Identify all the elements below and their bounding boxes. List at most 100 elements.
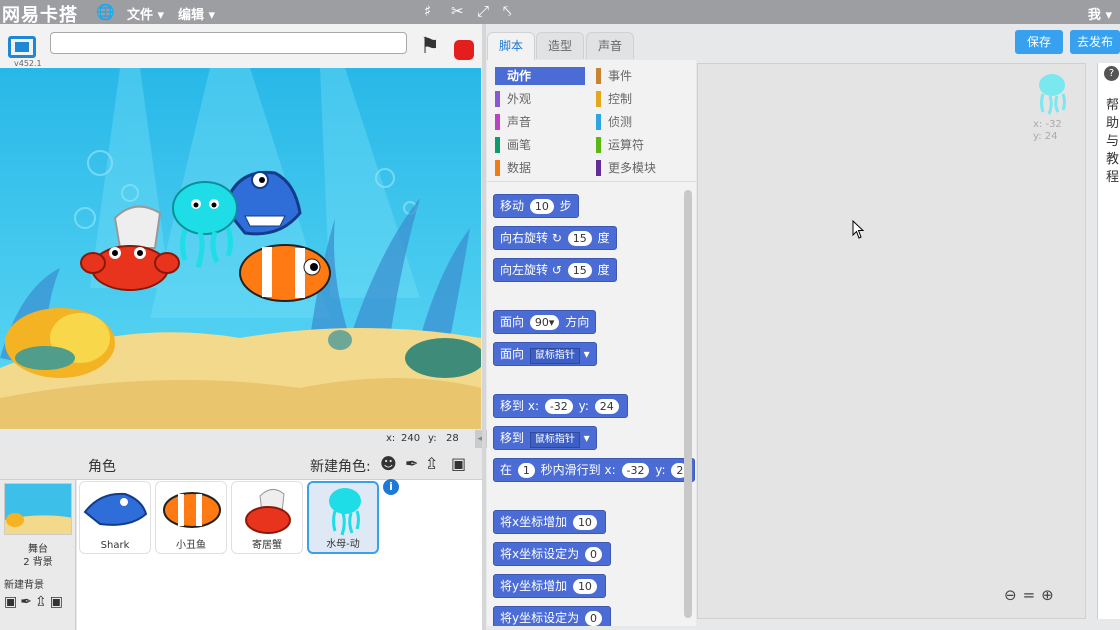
sprite-name: 水母-动: [326, 539, 360, 550]
stage-header: v452.1 ⚑: [0, 24, 482, 68]
category-motion[interactable]: 动作: [495, 67, 585, 85]
block-change-x[interactable]: 将x坐标增加 10: [493, 510, 606, 534]
block-set-y[interactable]: 将y坐标设定为 0: [493, 606, 611, 626]
duplicate-stamp-icon[interactable]: ♯: [424, 2, 431, 20]
palette-scrollbar[interactable]: [684, 190, 692, 618]
sprite-hermit-crab[interactable]: 寄居蟹: [231, 481, 303, 554]
sprite-name: Shark: [100, 540, 130, 551]
language-globe-icon[interactable]: 🌐: [96, 3, 115, 21]
category-operators[interactable]: 运算符: [596, 136, 686, 154]
sprite-y: y: 24: [1033, 131, 1058, 142]
block-set-x[interactable]: 将x坐标设定为 0: [493, 542, 611, 566]
block-palette: 动作 事件 外观 控制 声音 侦测 画笔 运算符 数据 更多模块 移动 10 步…: [487, 60, 696, 626]
help-panel[interactable]: ? 帮助与教程: [1097, 63, 1120, 619]
category-looks[interactable]: 外观: [495, 90, 585, 108]
menu-bar: 网易卡搭 🌐 文件 ▾ 编辑 ▾ ♯ ✂ ⤢ ⤣ 我 ▾: [0, 0, 1120, 26]
project-title-input[interactable]: [50, 32, 407, 54]
category-list: 动作 事件 外观 控制 声音 侦测 画笔 运算符 数据 更多模块: [487, 60, 696, 182]
stage-thumbnail[interactable]: [4, 483, 72, 535]
sprite-x: x: -32: [1033, 119, 1062, 130]
upload-icon[interactable]: ⇫: [425, 454, 438, 473]
block-change-y[interactable]: 将y坐标增加 10: [493, 574, 606, 598]
category-color-swatch: [495, 91, 500, 107]
backdrop-count: 2 背景: [23, 557, 53, 568]
sprites-title: 角色: [88, 459, 116, 475]
stage-pane: 舞台 2 背景 新建背景 ▣✒⇫▣: [0, 480, 76, 630]
category-control[interactable]: 控制: [596, 90, 686, 108]
save-button[interactable]: 保存: [1015, 30, 1063, 54]
sprite-clownfish[interactable]: 小丑鱼: [155, 481, 227, 554]
grow-icon[interactable]: ⤢: [477, 2, 489, 20]
category-color-swatch: [596, 91, 601, 107]
mouse-coordinates: x: 240 y: 28: [0, 429, 482, 449]
block-turn-right[interactable]: 向右旋转 ↻ 15 度: [493, 226, 617, 250]
sprite-name: 寄居蟹: [252, 540, 282, 551]
category-events[interactable]: 事件: [596, 67, 686, 85]
tab-sounds[interactable]: 声音: [586, 32, 635, 59]
current-sprite-thumbnail: [1039, 74, 1066, 115]
stage-canvas[interactable]: [0, 68, 481, 429]
sprite-position: x: -32 y: 24: [1033, 119, 1062, 143]
new-sprite-label: 新建角色:: [310, 459, 371, 475]
zoom-reset-icon[interactable]: =: [1023, 586, 1042, 604]
zoom-in-icon[interactable]: ⊕: [1041, 586, 1060, 604]
category-color-swatch: [596, 160, 601, 176]
tab-costumes[interactable]: 造型: [536, 32, 585, 59]
category-sound[interactable]: 声音: [495, 113, 585, 131]
block-glide[interactable]: 在 1 秒内滑行到 x: -32 y: 2: [493, 458, 695, 482]
category-color-swatch: [495, 137, 500, 153]
backdrop-upload-icon[interactable]: ⇫: [35, 594, 50, 610]
blocks-list: 移动 10 步 向右旋转 ↻ 15 度 向左旋转 ↺ 15 度 面向 90▾ 方…: [493, 192, 695, 626]
edit-menu[interactable]: 编辑 ▾: [178, 4, 215, 23]
sprite-list: Shark 小丑鱼 寄居蟹 水母-动 i: [77, 479, 482, 630]
category-color-swatch: [596, 68, 601, 84]
backdrop-library-icon[interactable]: ▣: [4, 594, 20, 610]
block-move[interactable]: 移动 10 步: [493, 194, 579, 218]
zoom-out-icon[interactable]: ⊖: [1004, 586, 1023, 604]
category-sensing[interactable]: 侦测: [596, 113, 686, 131]
backdrop-camera-icon[interactable]: ▣: [50, 594, 66, 610]
y-label: y:: [428, 433, 437, 444]
x-value: 240: [401, 433, 421, 444]
y-value: 28: [446, 433, 459, 444]
category-pen[interactable]: 画笔: [495, 136, 585, 154]
fullscreen-icon[interactable]: [8, 36, 36, 58]
green-flag-icon[interactable]: ⚑: [420, 34, 440, 59]
sprite-shark[interactable]: Shark: [79, 481, 151, 554]
publish-button[interactable]: 去发布: [1070, 30, 1120, 54]
block-goto-xy[interactable]: 移到 x: -32 y: 24: [493, 394, 628, 418]
tab-scripts[interactable]: 脚本: [487, 32, 536, 60]
block-goto[interactable]: 移到 鼠标指针 ▾: [493, 426, 597, 450]
scripts-area[interactable]: x: -32 y: 24 ⊖=⊕: [697, 63, 1086, 619]
block-point-towards[interactable]: 面向 鼠标指针 ▾: [493, 342, 597, 366]
choose-sprite-library-icon[interactable]: ☻: [380, 454, 397, 473]
category-more-blocks[interactable]: 更多模块: [596, 159, 686, 177]
backdrop-paint-icon[interactable]: ✒: [20, 594, 35, 610]
help-label: 帮助与教程: [1106, 98, 1120, 185]
rotate-cw-icon: ↻: [551, 231, 562, 245]
category-color-swatch: [596, 137, 601, 153]
category-color-swatch: [495, 114, 500, 130]
file-menu[interactable]: 文件 ▾: [127, 4, 164, 23]
x-label: x:: [386, 433, 396, 444]
rotate-ccw-icon: ↺: [551, 263, 562, 277]
backdrop-tools: ▣✒⇫▣: [4, 594, 66, 610]
sprite-name: 小丑鱼: [176, 540, 206, 551]
user-menu[interactable]: 我 ▾: [1088, 4, 1112, 23]
stop-icon[interactable]: [454, 40, 474, 60]
zoom-controls: ⊖=⊕: [1004, 586, 1060, 604]
panel-divider: [482, 24, 486, 630]
sprites-header: 角色 新建角色: ☻ ✒ ⇫ ▣: [0, 450, 482, 480]
block-turn-left[interactable]: 向左旋转 ↺ 15 度: [493, 258, 617, 282]
category-data[interactable]: 数据: [495, 159, 585, 177]
paint-brush-icon[interactable]: ✒: [405, 454, 418, 473]
block-point-direction[interactable]: 面向 90▾ 方向: [493, 310, 597, 334]
version-label: v452.1: [14, 59, 42, 68]
camera-icon[interactable]: ▣: [451, 454, 466, 473]
help-question-icon[interactable]: ?: [1104, 66, 1119, 81]
shrink-icon[interactable]: ⤣: [503, 2, 511, 20]
sprite-jellyfish[interactable]: 水母-动: [307, 481, 379, 554]
category-color-swatch: [596, 114, 601, 130]
sprite-info-icon[interactable]: i: [383, 479, 399, 495]
delete-scissors-icon[interactable]: ✂: [451, 2, 464, 20]
